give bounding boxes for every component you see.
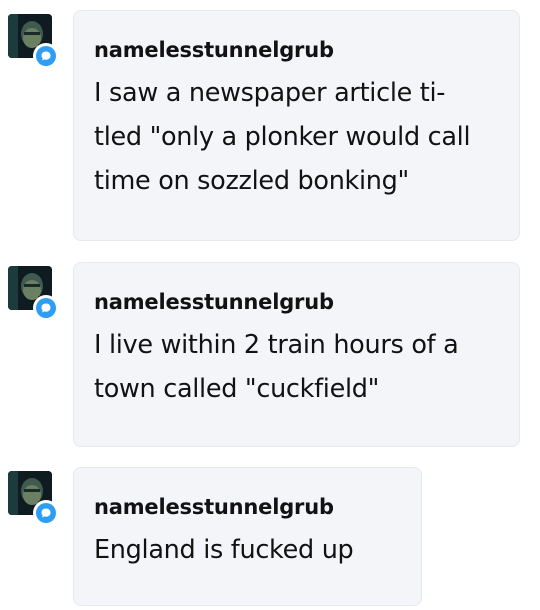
chat-bubble-icon — [33, 500, 59, 526]
message-username[interactable]: namelesstunnelgrub — [94, 37, 499, 63]
chat-bubble-icon — [33, 295, 59, 321]
message-text: I live within 2 train hours of a town ca… — [94, 323, 499, 411]
message-text: I saw a newspaper article ti- tled "only… — [94, 71, 499, 203]
message-row: namelesstunnelgrub England is fucked up — [0, 467, 540, 609]
message-text-line: England is fucked up — [94, 535, 354, 565]
message-text-line: time on sozzled bonking" — [94, 166, 409, 196]
message-row: namelesstunnelgrub I saw a newspaper art… — [0, 10, 540, 242]
message-username[interactable]: namelesstunnelgrub — [94, 289, 499, 315]
message-text: England is fucked up — [94, 528, 401, 572]
chat-bubble-icon — [33, 43, 59, 69]
chat-thread: namelesstunnelgrub I saw a newspaper art… — [0, 0, 540, 610]
message-bubble: namelesstunnelgrub I saw a newspaper art… — [73, 10, 520, 241]
message-text-line: I live within 2 train hours of a — [94, 330, 459, 360]
message-text-line: tled "only a plonker would call — [94, 122, 471, 152]
message-text-line: town called "cuckfield" — [94, 374, 380, 404]
message-text-line: I saw a newspaper article ti- — [94, 78, 446, 108]
message-bubble: namelesstunnelgrub England is fucked up — [73, 467, 422, 606]
message-row: namelesstunnelgrub I live within 2 train… — [0, 262, 540, 448]
message-username[interactable]: namelesstunnelgrub — [94, 494, 401, 520]
message-bubble: namelesstunnelgrub I live within 2 train… — [73, 262, 520, 447]
